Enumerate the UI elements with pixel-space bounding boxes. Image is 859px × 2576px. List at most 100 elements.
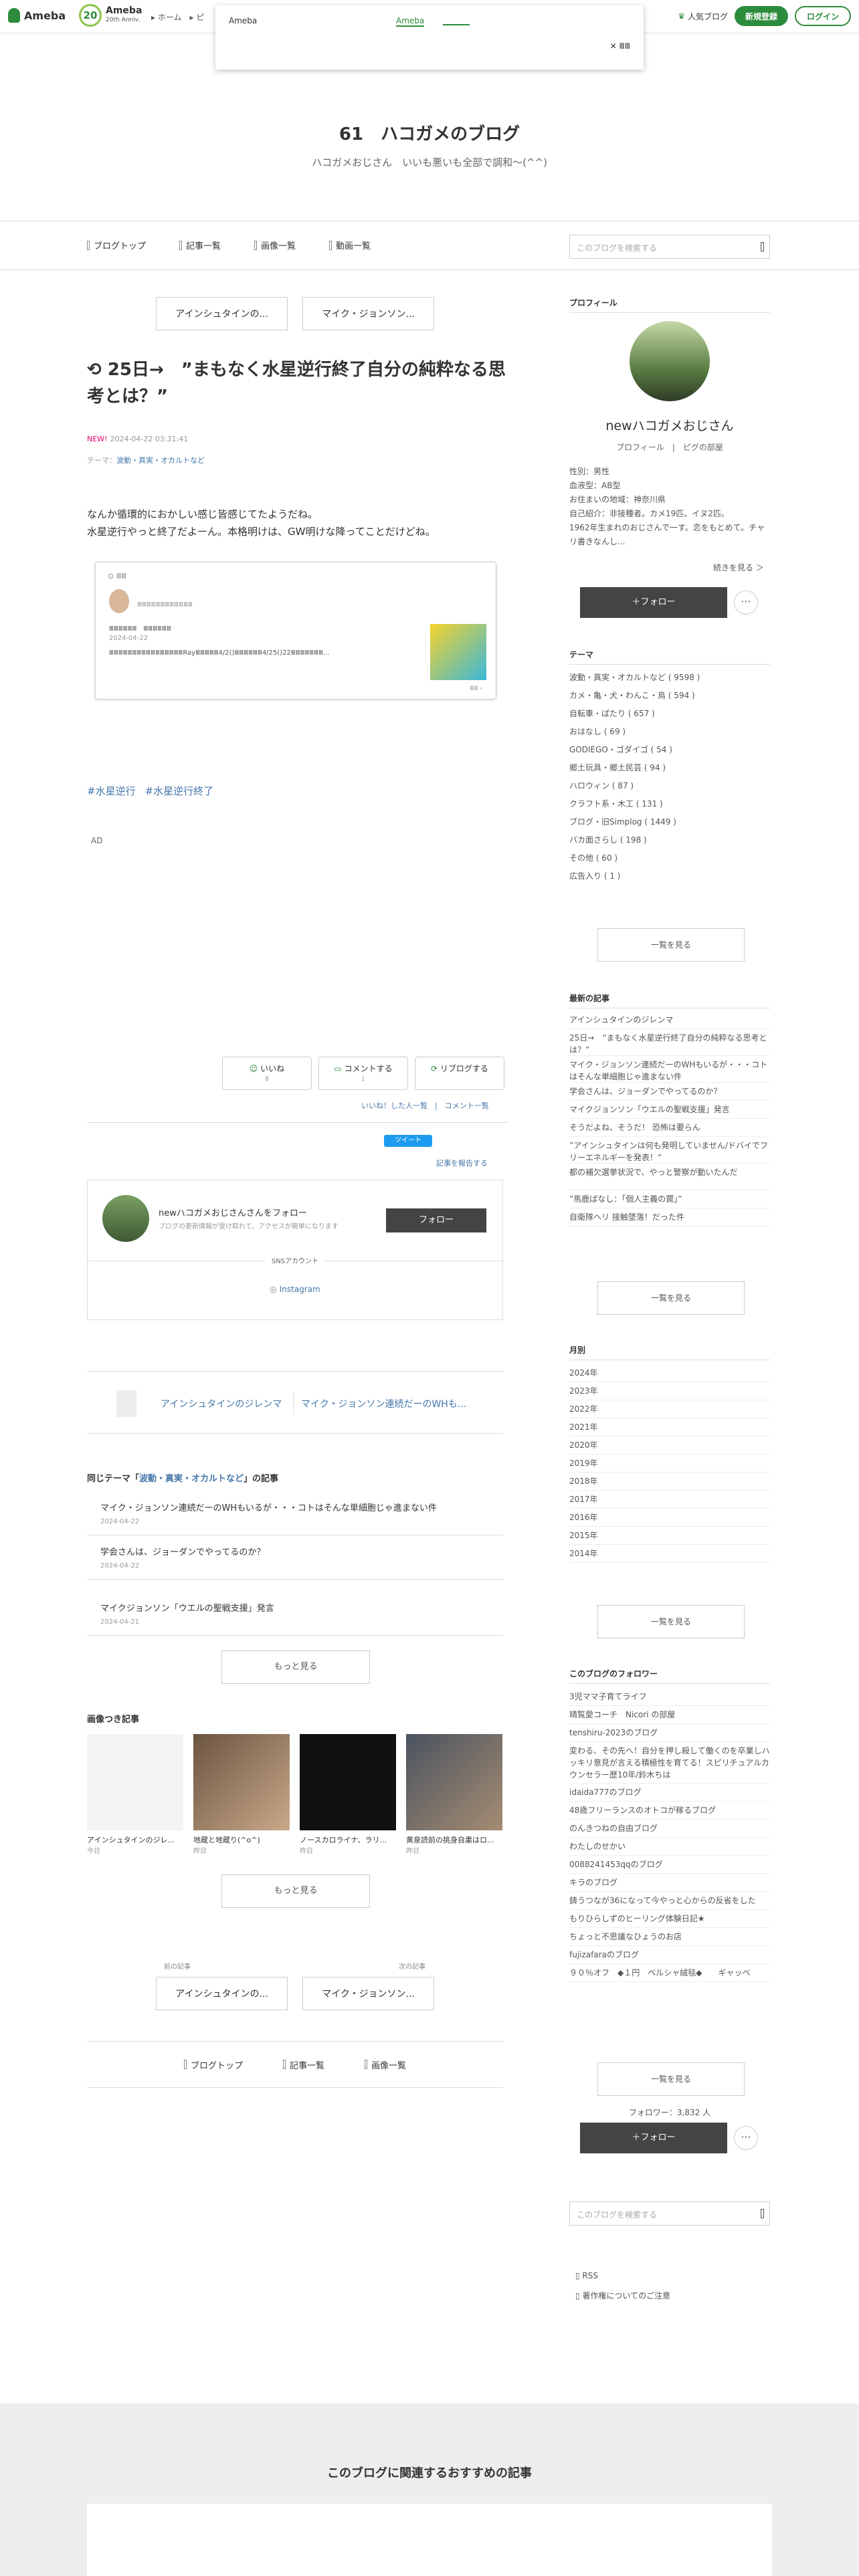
register-button[interactable]: 新規登録 (734, 6, 788, 26)
rss-link[interactable]: ▯ RSS (575, 2271, 598, 2280)
ameba-logo[interactable]: Ameba (8, 8, 66, 23)
month-item[interactable]: 2020年 (569, 1436, 770, 1455)
month-item[interactable]: 2018年 (569, 1473, 770, 1491)
image-entry[interactable]: アインシュタインのジレ... 今日 (87, 1734, 183, 1855)
hashtag-link[interactable]: #水星逆行終了 (145, 784, 214, 798)
tweet-button[interactable]: ツイート (384, 1135, 432, 1147)
follower-item[interactable]: 変わる、その先へ！自分を押し殺して働くのを卒業しハッキリ意見が言える積極性を育て… (569, 1742, 770, 1784)
related-item[interactable]: マイクジョンソン「ウエルの聖戦支援」発言 2024-04-21 (87, 1593, 503, 1636)
next-entry-button[interactable]: マイク・ジョンソン... (302, 297, 434, 330)
reblog-button[interactable]: ⟳ リブログする (415, 1057, 504, 1090)
report-link[interactable]: 記事を報告する (436, 1158, 488, 1168)
login-button[interactable]: ログイン (794, 6, 851, 26)
month-item[interactable]: 2024年 (569, 1364, 770, 1382)
theme-item[interactable]: クラフト系・木工 ( 131 ) (569, 798, 770, 816)
side-follow-button[interactable]: ＋フォロー (580, 2123, 727, 2153)
month-item[interactable]: 2023年 (569, 1382, 770, 1400)
latest-item[interactable]: マイク・ジョンソン連続だーのWHもいるが・・・コトはそんな単細胞じゃ進まない件 (569, 1056, 770, 1083)
latest-item[interactable]: ”馬鹿ばなし：「個人主義の罠」” (569, 1190, 770, 1208)
prev-entry-link[interactable]: アインシュタインのジレンマ (161, 1397, 282, 1410)
latest-item[interactable]: 25日→ ”まもなく水星逆行終了自分の純粋なる思考とは？” (569, 1029, 770, 1056)
nav-video-list[interactable]: 動画一覧 (329, 239, 371, 251)
latest-more-button[interactable]: 一覧を見る (597, 1281, 745, 1315)
follower-item[interactable]: わたしのせかい (569, 1838, 770, 1856)
latest-item[interactable]: 自衛隊ヘリ 接触墜落！だった件 (569, 1208, 770, 1226)
follower-item[interactable]: 晴覧愛コーチ Nicori の部屋 (569, 1706, 770, 1724)
theme-item[interactable]: カメ・亀・犬・わんこ・鳥 ( 594 ) (569, 689, 770, 708)
follower-item[interactable]: のんきつねの自由ブログ (569, 1820, 770, 1838)
related-item[interactable]: マイク・ジョンソン連続だーのWHもいるが・・・コトはそんな単細胞じゃ進まない件 2… (87, 1493, 503, 1535)
anniversary-logo[interactable]: 20 Ameba 20th Anniv. (79, 4, 142, 27)
follower-item[interactable]: 鋳うつなが36になって今やっと心からの反省をした (569, 1892, 770, 1910)
nav-blog-top[interactable]: ブログトップ (87, 239, 146, 251)
popup-close-button[interactable]: ✕ ⅢⅢ (610, 41, 630, 51)
follower-item[interactable]: 3児ママ子育てライフ (569, 1688, 770, 1706)
next-entry-button[interactable]: マイク・ジョンソン... (302, 1977, 434, 2010)
instagram-link[interactable]: ◎ Instagram (88, 1285, 502, 1294)
latest-item[interactable]: 都の補欠選挙状況で、やっと警察が動いたんだ (569, 1164, 770, 1190)
search-icon[interactable] (761, 2209, 764, 2218)
header-nav[interactable]: ▸ ホーム ▸ ピ (151, 11, 204, 23)
copyright-link[interactable]: ▯ 著作権についてのご注意 (575, 2290, 670, 2301)
month-item[interactable]: 2017年 (569, 1491, 770, 1509)
popup-link[interactable]: Ameba (396, 16, 425, 27)
nav-blog-top[interactable]: ブログトップ (183, 2058, 243, 2071)
next-entry-link[interactable]: マイク・ジョンソン連続だーのWHも... (301, 1397, 466, 1410)
entry-theme-link[interactable]: 波動・真実・オカルトなど (116, 456, 205, 465)
follower-item[interactable]: もりひらしずのヒーリング体験日記★ (569, 1910, 770, 1928)
blog-title[interactable]: 61 ハコガメのブログ (0, 120, 859, 145)
theme-item[interactable]: 広告入り ( 1 ) (569, 870, 770, 888)
profile-links[interactable]: プロフィール | ピグの部屋 (569, 441, 770, 453)
follower-item[interactable]: キラのブログ (569, 1874, 770, 1892)
theme-item[interactable]: 郷土玩具・郷土民芸 ( 94 ) (569, 762, 770, 780)
latest-item[interactable]: アインシュタインのジレンマ (569, 1011, 770, 1029)
likes-comments-links[interactable]: いいね！した人一覧 | コメント一覧 (361, 1100, 489, 1111)
follower-item[interactable]: ちょっと不思議なひょうのお店 (569, 1928, 770, 1946)
side-follow-button[interactable]: ＋フォロー (580, 587, 727, 618)
latest-item[interactable]: 学会さんは、ジョーダンでやってるのか？ (569, 1083, 770, 1101)
follow-button[interactable]: フォロー (386, 1208, 486, 1232)
like-button[interactable]: ☺ いいね 8 (222, 1057, 312, 1090)
image-entry[interactable]: 地蔵と地蔵り(^o^) 昨日 (193, 1734, 290, 1855)
related-more-button[interactable]: もっと見る (221, 1650, 370, 1684)
theme-item[interactable]: ハロウィン ( 87 ) (569, 780, 770, 798)
latest-item[interactable]: そうだよね、そうだ！ 恐怖は要らん (569, 1119, 770, 1137)
profile-more-link[interactable]: 続きを見る ＞ (713, 562, 764, 573)
nav-entry-list[interactable]: 記事一覧 (282, 2058, 324, 2071)
follower-item[interactable]: ９０％オフ ◆１円 ベルシャ絨毯◆ ギャッベ (569, 1964, 770, 1982)
month-item[interactable]: 2015年 (569, 1527, 770, 1545)
image-entry[interactable]: 黄泉読前の挑身自粛はロ... 昨日 (406, 1734, 502, 1855)
theme-item[interactable]: その他 ( 60 ) (569, 852, 770, 870)
prev-entry-button[interactable]: アインシュタインの... (156, 1977, 288, 2010)
follower-more-button[interactable]: 一覧を見る (597, 2062, 745, 2096)
theme-more-button[interactable]: 一覧を見る (597, 928, 745, 962)
nav-entry-list[interactable]: 記事一覧 (179, 239, 221, 251)
profile-avatar[interactable] (630, 321, 710, 401)
theme-item[interactable]: 自転車・ぱたり ( 657 ) (569, 708, 770, 726)
related-item[interactable]: 学会さんは、ジョーダンでやってるのか？ 2024-04-22 (87, 1537, 503, 1580)
follower-item[interactable]: 0088241453qqのブログ (569, 1856, 770, 1874)
more-options-icon[interactable]: ··· (734, 591, 758, 615)
theme-item[interactable]: バカ面さらし ( 198 ) (569, 834, 770, 852)
month-item[interactable]: 2019年 (569, 1455, 770, 1473)
month-item[interactable]: 2022年 (569, 1400, 770, 1418)
follower-item[interactable]: fujizafaraのブログ (569, 1946, 770, 1964)
nav-image-list[interactable]: 画像一覧 (365, 2058, 406, 2071)
follower-item[interactable]: idaida777のブログ (569, 1784, 770, 1802)
theme-item[interactable]: おはなし ( 69 ) (569, 726, 770, 744)
latest-item[interactable]: ”アインシュタインは何も発明していません/ドバイでフリーエネルギーを発表！” (569, 1137, 770, 1164)
search-icon[interactable] (761, 242, 764, 251)
author-avatar[interactable] (102, 1195, 149, 1242)
more-options-icon[interactable]: ··· (734, 2126, 758, 2150)
nav-image-list[interactable]: 画像一覧 (254, 239, 296, 251)
monthly-more-button[interactable]: 一覧を見る (597, 1605, 745, 1638)
hashtag-link[interactable]: #水星逆行 (87, 784, 136, 798)
blog-search-input[interactable]: このブログを検索する (569, 235, 770, 259)
side-search-input[interactable]: このブログを検索する (569, 2202, 770, 2226)
latest-item[interactable]: マイクジョンソン「ウエルの聖戦支援」発言 (569, 1101, 770, 1119)
month-item[interactable]: 2014年 (569, 1545, 770, 1563)
theme-item[interactable]: 波動・真実・オカルトなど ( 9598 ) (569, 671, 770, 689)
image-entry[interactable]: ノースカロライナ、ラリ... 昨日 (300, 1734, 396, 1855)
theme-item[interactable]: ブログ・旧Simplog ( 1449 ) (569, 816, 770, 834)
follower-item[interactable]: tenshiru-2023のブログ (569, 1724, 770, 1742)
